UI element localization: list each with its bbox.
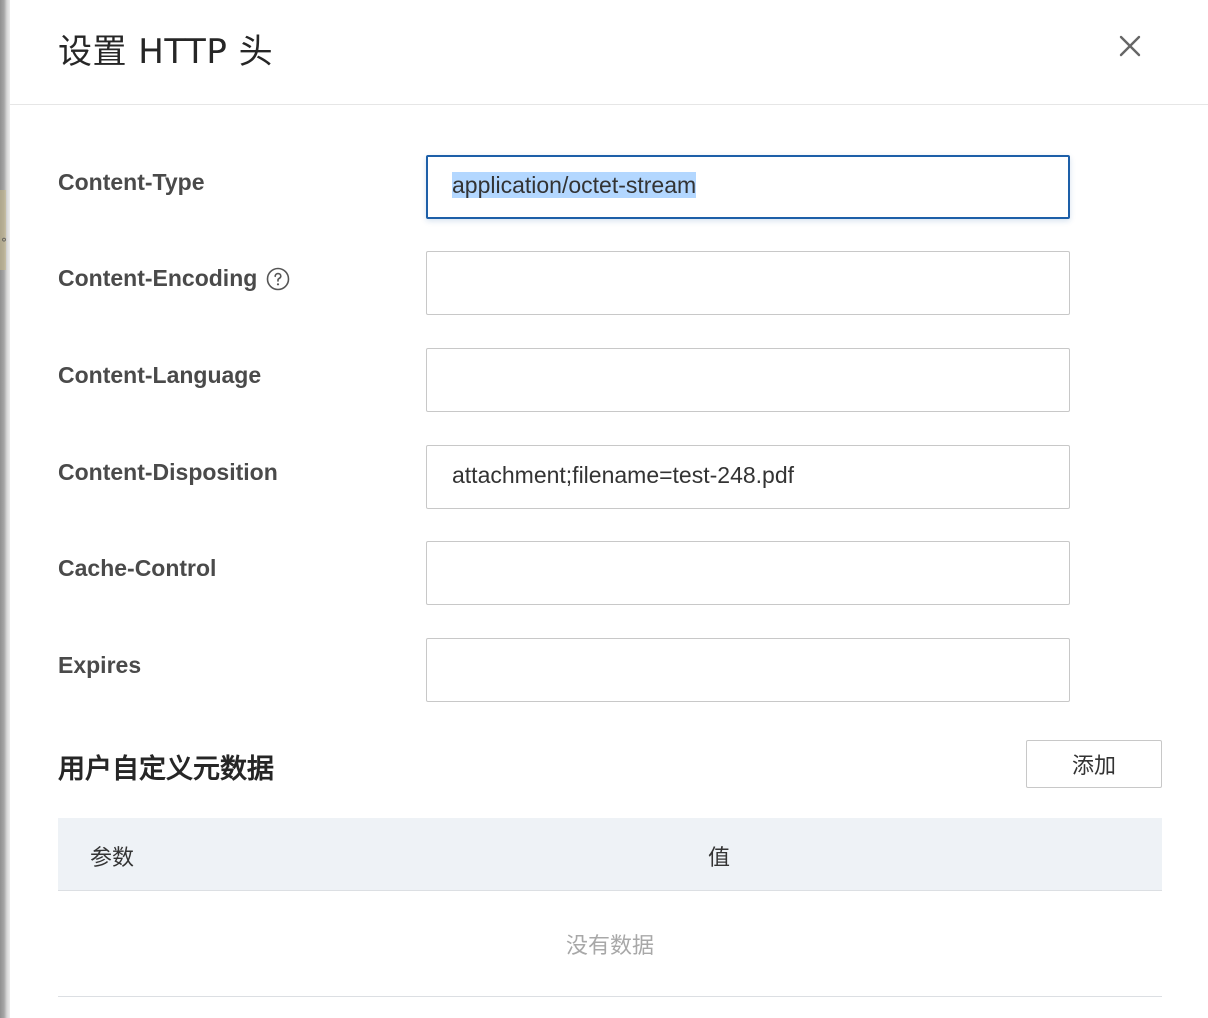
- dialog-title: 设置 HTTP 头: [58, 32, 274, 72]
- background-window-edge: [0, 0, 10, 1018]
- metadata-table-header: 参数 值: [58, 818, 1162, 891]
- content-encoding-label: Content-Encoding: [58, 265, 290, 292]
- form-row-content-disposition: Content-Disposition attachment;filename=…: [58, 445, 1072, 509]
- http-header-dialog: 设置 HTTP 头 Content-Type application/octet…: [10, 0, 1208, 1018]
- content-type-input[interactable]: [426, 155, 1070, 219]
- content-disposition-label: Content-Disposition: [58, 459, 278, 486]
- content-disposition-input[interactable]: [426, 445, 1070, 509]
- expires-label-text: Expires: [58, 652, 142, 678]
- content-language-label: Content-Language: [58, 362, 261, 389]
- question-circle-icon[interactable]: [266, 267, 290, 291]
- background-window-glyph: °: [1, 236, 7, 250]
- cache-control-label: Cache-Control: [58, 555, 216, 582]
- dialog-header: 设置 HTTP 头: [10, 0, 1208, 105]
- form-row-content-type: Content-Type application/octet-stream: [58, 155, 1072, 219]
- form-row-cache-control: Cache-Control: [58, 541, 1072, 605]
- content-language-input[interactable]: [426, 348, 1070, 412]
- metadata-table: 参数 值 没有数据: [58, 818, 1162, 998]
- content-type-label: Content-Type: [58, 169, 205, 196]
- cache-control-label-text: Cache-Control: [58, 555, 217, 581]
- expires-input[interactable]: [426, 638, 1070, 702]
- cache-control-input[interactable]: [426, 541, 1070, 605]
- column-header-param: 参数: [90, 846, 135, 871]
- background-window-fragment: [0, 190, 6, 270]
- content-encoding-label-text: Content-Encoding: [58, 265, 258, 291]
- form-row-expires: Expires: [58, 638, 1072, 702]
- metadata-empty-state: 没有数据: [58, 891, 1162, 997]
- content-encoding-input[interactable]: [426, 251, 1070, 315]
- content-type-label-text: Content-Type: [58, 169, 205, 195]
- form-row-content-language: Content-Language: [58, 348, 1072, 412]
- close-button[interactable]: [1114, 30, 1146, 62]
- column-header-value: 值: [708, 846, 731, 871]
- expires-label: Expires: [58, 652, 141, 679]
- custom-metadata-title: 用户自定义元数据: [58, 754, 274, 785]
- content-language-label-text: Content-Language: [58, 362, 262, 388]
- close-icon: [1119, 35, 1141, 57]
- form-row-content-encoding: Content-Encoding: [58, 251, 1072, 315]
- content-disposition-label-text: Content-Disposition: [58, 459, 278, 485]
- add-metadata-button[interactable]: 添加: [1026, 740, 1162, 788]
